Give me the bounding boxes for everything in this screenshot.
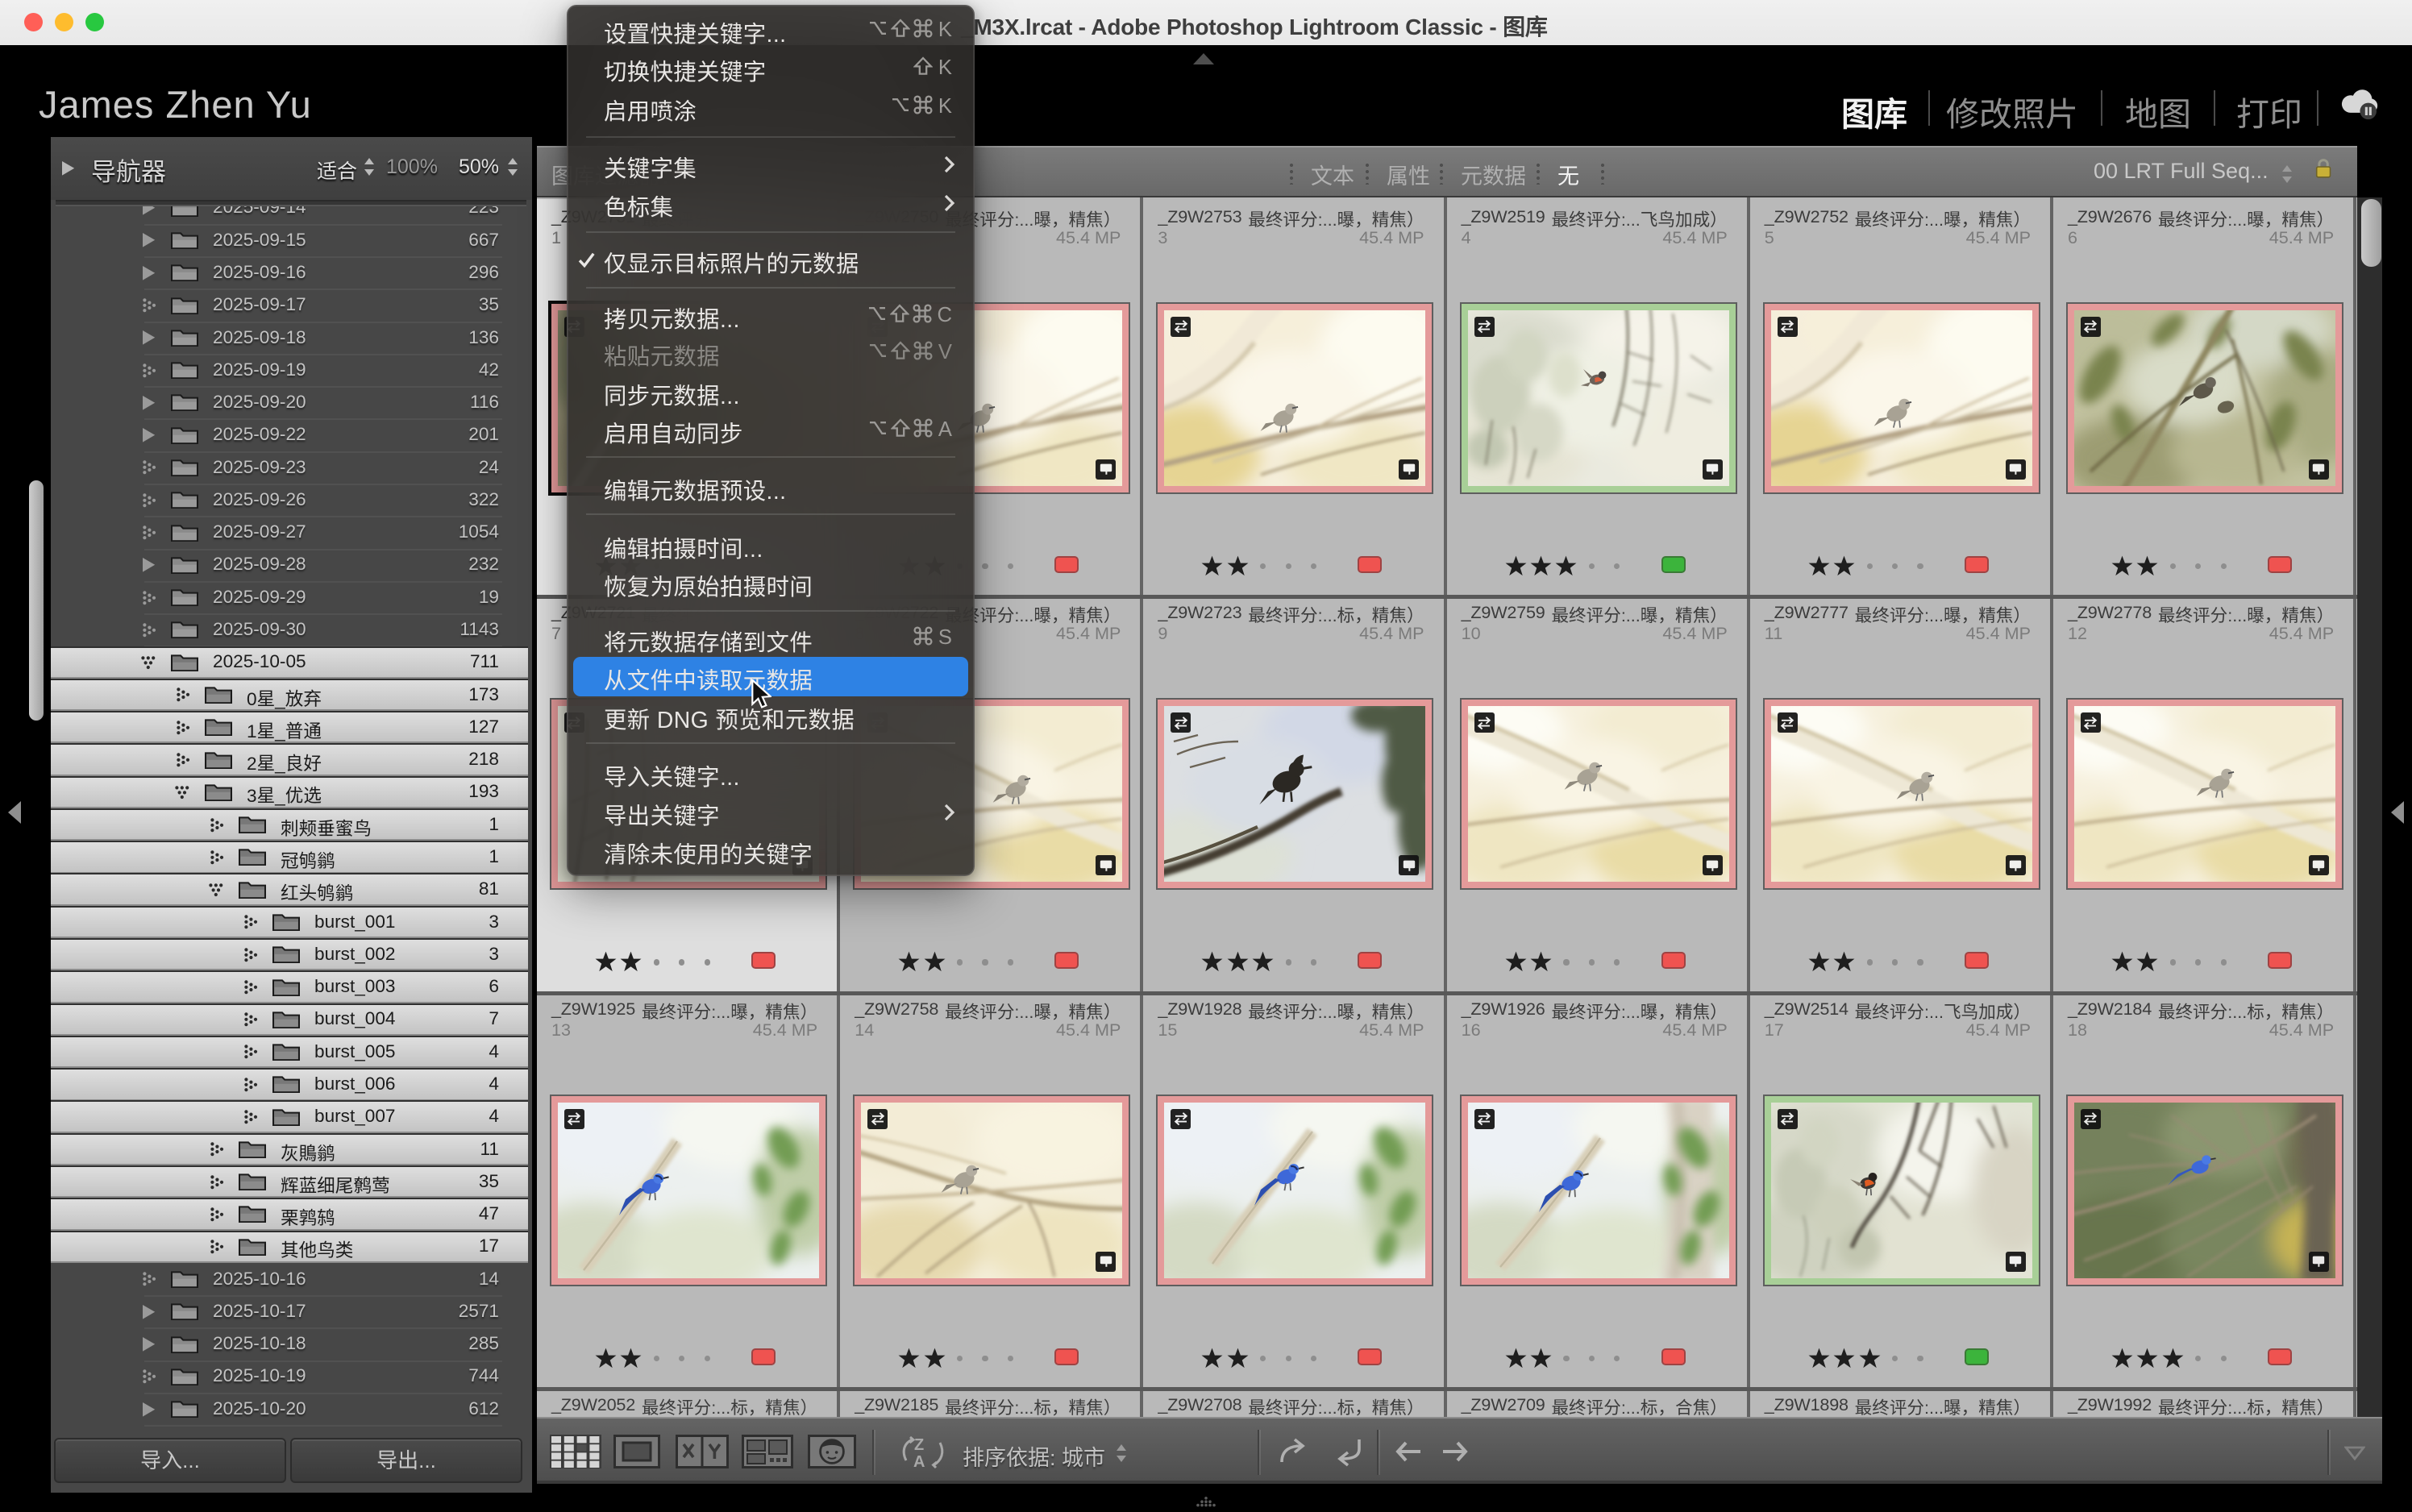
svg-text:A: A [913, 1453, 925, 1470]
svg-text:Z: Z [914, 1436, 924, 1454]
